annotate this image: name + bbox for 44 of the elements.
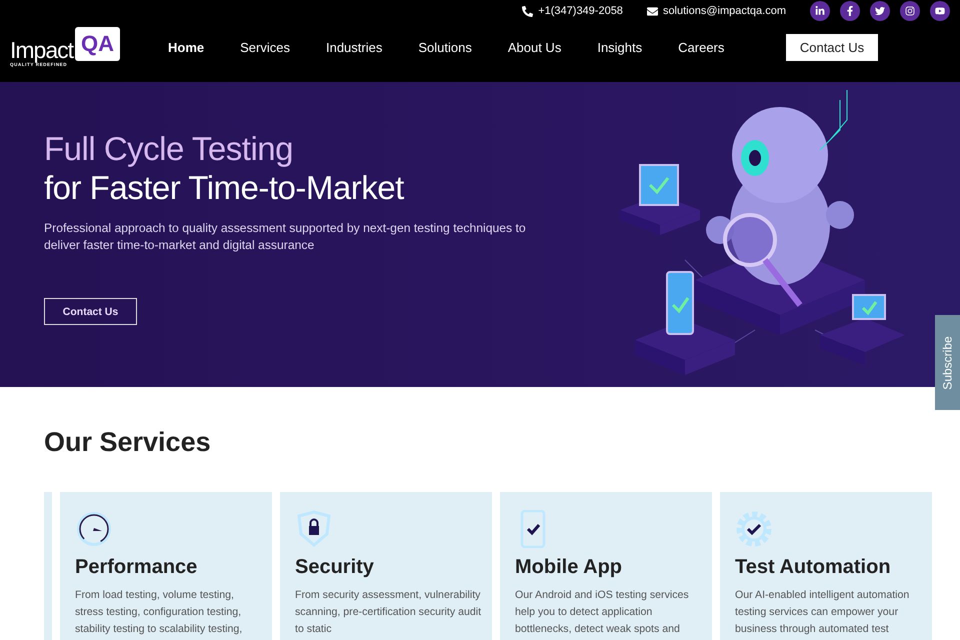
hero-subtitle: for Faster Time-to-Market bbox=[44, 168, 405, 208]
card-title: Test Automation bbox=[735, 556, 892, 579]
social-button[interactable] bbox=[870, 1, 890, 21]
linkedin-icon bbox=[815, 6, 825, 16]
card-title: Performance bbox=[75, 556, 198, 579]
phone-number[interactable]: +1(347)349-2058 bbox=[522, 5, 623, 17]
social-button[interactable] bbox=[900, 1, 920, 21]
contact-button[interactable]: Contact Us bbox=[786, 34, 878, 60]
nav-link[interactable]: About Us bbox=[490, 40, 580, 54]
contact-button[interactable]: Contact Us bbox=[44, 298, 137, 325]
social-button[interactable] bbox=[840, 1, 860, 21]
email-link[interactable]: solutions@impactqa.com bbox=[646, 5, 786, 17]
nav-link[interactable]: Solutions bbox=[400, 40, 490, 54]
twitter-icon bbox=[875, 6, 885, 16]
gear-check-icon bbox=[735, 510, 773, 548]
facebook-icon bbox=[845, 6, 855, 16]
logo-mark: QA bbox=[75, 27, 120, 61]
card-text: From load testing, volume testing, stress testing, configuration testing, stability testing to scalability testing, bbox=[75, 588, 244, 637]
gauge-icon bbox=[75, 510, 113, 548]
section-title: Our Services bbox=[44, 427, 211, 458]
hero-text: Professional approach to quality assessment supported by next-gen testing techniques to deliver faster time-to-market and digital assurance bbox=[44, 220, 527, 254]
nav-link[interactable]: Services bbox=[222, 40, 308, 54]
social-button[interactable] bbox=[810, 1, 830, 21]
nav-link[interactable]: Industries bbox=[308, 40, 400, 54]
logo-name: Impact bbox=[10, 39, 74, 61]
nav-link[interactable]: Careers bbox=[660, 40, 742, 54]
card-text: Our AI-enabled intelligent automation testing services can empower your business through automated test bbox=[735, 588, 910, 637]
shield-lock-icon bbox=[295, 510, 333, 548]
phone-icon bbox=[522, 6, 534, 16]
nav-link[interactable]: Home bbox=[150, 40, 222, 54]
service-card[interactable]: Performance From load testing, volume testing, stress testing, configuration testing, stability testing to scalability testing, bbox=[60, 492, 272, 640]
nav-link[interactable]: Insights bbox=[579, 40, 660, 54]
hero-title: Full Cycle Testing bbox=[44, 130, 294, 168]
card-text: From security assessment, vulnerability scanning, pre-certification security audit to static bbox=[295, 588, 482, 637]
service-card[interactable]: Security From security assessment, vulnerability scanning, pre-certification security audit to static bbox=[280, 492, 492, 640]
card-title: Security bbox=[295, 556, 375, 579]
service-card[interactable]: Mobile App Our Android and iOS testing services help you to detect application bottlenecks, detect weak spots and bbox=[500, 492, 712, 640]
youtube-icon bbox=[935, 6, 945, 16]
instagram-icon bbox=[905, 6, 915, 16]
social-button[interactable] bbox=[930, 1, 950, 21]
envelope-icon bbox=[646, 6, 658, 16]
card-text: Our Android and iOS testing services help you to detect application bottlenecks, detect weak spots and bbox=[515, 588, 690, 637]
service-card[interactable]: Test Automation Our AI-enabled intelligent automation testing services can empower your business through automated test bbox=[720, 492, 932, 640]
card-title: Mobile App bbox=[515, 556, 624, 579]
